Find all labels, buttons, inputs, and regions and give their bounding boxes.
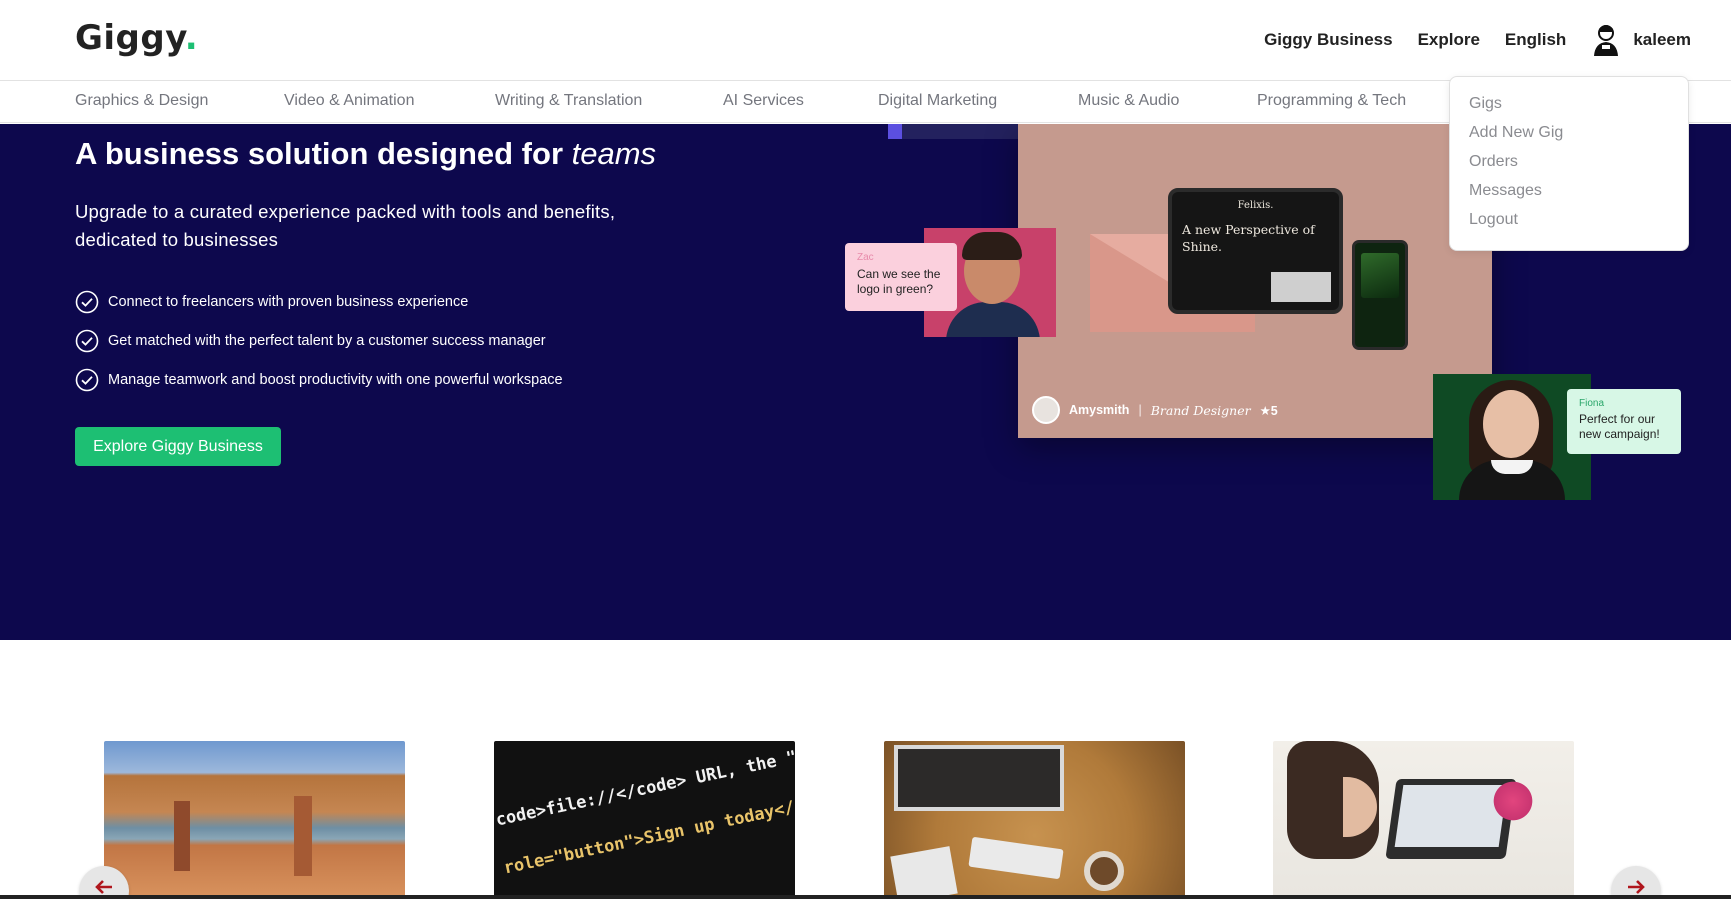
gallery-card-cityscape[interactable] (104, 741, 405, 899)
category-video-animation[interactable]: Video & Animation (284, 92, 414, 110)
category-writing-translation[interactable]: Writing & Translation (495, 92, 642, 110)
hero-collage-card: Felixis. A new Perspective of Shine. Amy… (1018, 124, 1492, 438)
decorative-shape (888, 124, 1018, 139)
category-programming-tech[interactable]: Programming & Tech (1257, 92, 1406, 110)
hero-title: A business solution designed for teams (75, 136, 657, 171)
designer-avatar (1032, 396, 1060, 424)
menu-item-gigs[interactable]: Gigs (1450, 95, 1688, 124)
menu-item-orders[interactable]: Orders (1450, 153, 1688, 182)
designer-separator: | (1138, 403, 1142, 417)
nav-link-language[interactable]: English (1505, 30, 1566, 50)
tablet-brand: Felixis. (1237, 200, 1274, 211)
category-graphics-design[interactable]: Graphics & Design (75, 92, 208, 110)
check-circle-icon (75, 368, 99, 392)
benefit-item: Get matched with the perfect talent by a… (75, 329, 546, 353)
nav-links: Giggy Business Explore English kaleem (1264, 22, 1691, 58)
phone-illustration (1352, 240, 1408, 350)
hero-subtitle: Upgrade to a curated experience packed w… (75, 201, 616, 250)
benefit-item: Manage teamwork and boost productivity w… (75, 368, 563, 392)
user-dropdown-menu: Gigs Add New Gig Orders Messages Logout (1449, 76, 1689, 251)
category-ai-services[interactable]: AI Services (723, 92, 804, 110)
benefit-item: Connect to freelancers with proven busin… (75, 290, 468, 314)
top-navbar: Giggy. Giggy Business Explore English ka… (0, 0, 1731, 81)
username: kaleem (1633, 30, 1691, 49)
category-digital-marketing[interactable]: Digital Marketing (878, 92, 997, 110)
check-circle-icon (75, 329, 99, 353)
category-music-audio[interactable]: Music & Audio (1078, 92, 1179, 110)
tablet-illustration: Felixis. A new Perspective of Shine. (1168, 188, 1343, 314)
window-edge (0, 895, 1731, 899)
fiona-name: Fiona (1579, 398, 1605, 409)
nav-link-explore[interactable]: Explore (1418, 30, 1480, 50)
zac-name: Zac (857, 252, 874, 263)
designer-rating: ★5 (1259, 403, 1278, 418)
user-avatar-icon (1594, 25, 1619, 56)
fiona-chat-bubble: Fiona Perfect for our new campaign! (1567, 389, 1681, 454)
menu-item-messages[interactable]: Messages (1450, 182, 1688, 211)
user-menu-toggle[interactable]: kaleem (1591, 23, 1691, 57)
nav-link-giggy-business[interactable]: Giggy Business (1264, 30, 1392, 50)
designer-name: Amysmith (1069, 403, 1130, 417)
designer-credit: Amysmith | Brand Designer ★5 (1032, 396, 1278, 424)
designer-role: Brand Designer (1150, 402, 1251, 418)
check-circle-icon (75, 290, 99, 314)
zac-chat-bubble: Zac Can we see the logo in green? (845, 243, 957, 311)
menu-item-logout[interactable]: Logout (1450, 211, 1688, 240)
explore-business-button[interactable]: Explore Giggy Business (75, 427, 281, 466)
code-line: role="button">Sign up today</a></p> (502, 784, 795, 879)
page: Giggy. Giggy Business Explore English ka… (0, 0, 1731, 899)
gallery-card-code[interactable]: code>file://</code> URL, the "next" role… (494, 741, 795, 899)
logo[interactable]: Giggy. (75, 18, 198, 58)
zac-message: Can we see the logo in green? (857, 267, 941, 296)
fiona-message: Perfect for our new campaign! (1579, 412, 1660, 441)
menu-item-add-new-gig[interactable]: Add New Gig (1450, 124, 1688, 153)
tablet-headline: A new Perspective of Shine. (1182, 222, 1315, 254)
tablet-image (1271, 272, 1331, 302)
gallery-card-laptop[interactable] (1273, 741, 1574, 899)
gallery-card-desk[interactable] (884, 741, 1185, 899)
